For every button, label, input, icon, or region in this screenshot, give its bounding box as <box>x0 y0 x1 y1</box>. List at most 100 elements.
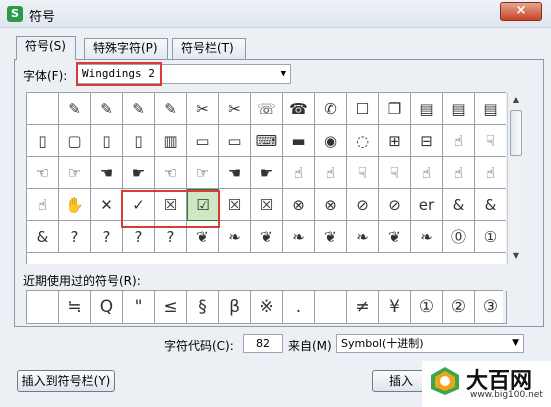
symbol-cell[interactable]: ☒ <box>219 189 251 221</box>
symbol-cell[interactable]: ✕ <box>91 189 123 221</box>
symbol-cell[interactable]: ☑ <box>187 189 219 221</box>
symbol-cell[interactable]: ☟ <box>379 157 411 189</box>
symbol-cell[interactable]: ▯ <box>27 125 59 157</box>
symbol-cell[interactable]: ▬ <box>283 125 315 157</box>
symbol-cell[interactable]: ⊟ <box>411 125 443 157</box>
symbol-cell[interactable]: ▤ <box>411 93 443 125</box>
symbol-cell[interactable]: ☜ <box>155 157 187 189</box>
symbol-cell[interactable]: ☝ <box>315 157 347 189</box>
recent-symbol-cell[interactable]: ③ <box>475 291 507 324</box>
symbol-cell[interactable]: ▢ <box>59 125 91 157</box>
symbol-cell[interactable]: & <box>475 189 506 221</box>
symbol-cell[interactable]: ☛ <box>251 157 283 189</box>
symbol-cell[interactable]: ☒ <box>155 189 187 221</box>
symbol-cell[interactable]: ☒ <box>251 189 283 221</box>
symbol-cell[interactable]: ✓ <box>123 189 155 221</box>
symbol-cell[interactable] <box>27 93 59 125</box>
symbol-cell[interactable]: ▭ <box>219 125 251 157</box>
symbol-cell[interactable]: ▭ <box>187 125 219 157</box>
symbol-cell[interactable]: ☚ <box>219 157 251 189</box>
symbol-cell[interactable]: ⊗ <box>283 189 315 221</box>
symbol-cell[interactable]: ❧ <box>283 221 315 253</box>
close-button[interactable]: × <box>500 2 542 21</box>
symbol-cell[interactable]: ⊘ <box>379 189 411 221</box>
recent-symbol-cell[interactable]: § <box>187 291 219 324</box>
font-dropdown[interactable]: Wingdings 2 ▼ <box>77 64 291 84</box>
recent-symbol-cell[interactable]: ≤ <box>155 291 187 324</box>
symbol-cell[interactable]: ❧ <box>347 221 379 253</box>
symbol-cell[interactable]: ? <box>59 221 91 253</box>
symbol-cell[interactable]: ⊞ <box>379 125 411 157</box>
symbol-cell[interactable]: ❦ <box>379 221 411 253</box>
recent-symbol-cell[interactable]: " <box>123 291 155 324</box>
recent-symbol-cell[interactable]: ¥ <box>379 291 411 324</box>
scroll-down-icon[interactable]: ▼ <box>508 248 524 264</box>
recent-symbol-cell[interactable]: Q <box>91 291 123 324</box>
symbol-cell[interactable]: er <box>411 189 443 221</box>
symbol-cell[interactable]: ☟ <box>347 157 379 189</box>
symbol-cell[interactable]: ✎ <box>123 93 155 125</box>
tab-special-chars[interactable]: 特殊字符(P) <box>84 38 168 59</box>
symbol-cell[interactable]: ▯ <box>123 125 155 157</box>
symbol-cell[interactable]: ❦ <box>251 221 283 253</box>
symbol-cell[interactable]: ✂ <box>219 93 251 125</box>
symbol-cell[interactable]: ☜ <box>27 157 59 189</box>
symbol-cell[interactable]: ☝ <box>27 189 59 221</box>
symbol-cell[interactable]: ⌨ <box>251 125 283 157</box>
symbol-cell[interactable]: ☏ <box>251 93 283 125</box>
symbol-cell[interactable]: ☞ <box>187 157 219 189</box>
recent-symbol-cell[interactable]: ① <box>411 291 443 324</box>
symbol-cell[interactable]: ☝ <box>475 157 506 189</box>
symbol-cell[interactable]: ◉ <box>315 125 347 157</box>
symbol-cell[interactable]: ? <box>91 221 123 253</box>
symbol-cell[interactable]: ❦ <box>187 221 219 253</box>
symbol-cell[interactable]: ❧ <box>219 221 251 253</box>
recent-symbol-cell[interactable] <box>315 291 347 324</box>
symbol-cell[interactable]: ▤ <box>475 93 506 125</box>
symbol-cell[interactable]: ☞ <box>59 157 91 189</box>
symbol-cell[interactable]: ✋ <box>59 189 91 221</box>
insert-to-symbol-bar-button[interactable]: 插入到符号栏(Y) <box>17 370 115 392</box>
symbol-cell[interactable]: ❐ <box>379 93 411 125</box>
symbol-cell[interactable]: ☝ <box>443 157 475 189</box>
symbol-cell[interactable]: ① <box>475 221 506 253</box>
grid-scrollbar[interactable]: ▲ ▼ <box>507 92 524 264</box>
recent-symbol-cell[interactable]: . <box>283 291 315 324</box>
symbol-cell[interactable]: ▤ <box>443 93 475 125</box>
symbol-cell[interactable]: ◌ <box>347 125 379 157</box>
recent-symbol-cell[interactable] <box>27 291 59 324</box>
symbol-cell[interactable]: ☎ <box>283 93 315 125</box>
from-dropdown[interactable]: Symbol(十进制) ▼ <box>336 334 524 353</box>
symbol-cell[interactable]: ☝ <box>443 125 475 157</box>
recent-symbol-cell[interactable]: ② <box>443 291 475 324</box>
scroll-thumb[interactable] <box>510 110 522 156</box>
recent-symbol-cell[interactable]: ※ <box>251 291 283 324</box>
symbol-cell[interactable]: ☐ <box>347 93 379 125</box>
symbol-cell[interactable]: ▯ <box>91 125 123 157</box>
symbol-cell[interactable]: ▥ <box>155 125 187 157</box>
symbol-cell[interactable]: ✂ <box>187 93 219 125</box>
scroll-up-icon[interactable]: ▲ <box>508 92 524 108</box>
symbol-cell[interactable]: ✎ <box>91 93 123 125</box>
symbol-cell[interactable]: ☛ <box>123 157 155 189</box>
symbol-cell[interactable]: ? <box>155 221 187 253</box>
symbol-cell[interactable]: ⊘ <box>347 189 379 221</box>
symbol-cell[interactable]: ✎ <box>59 93 91 125</box>
symbol-cell[interactable]: ☟ <box>475 125 506 157</box>
recent-symbol-cell[interactable]: β <box>219 291 251 324</box>
symbol-cell[interactable]: ? <box>123 221 155 253</box>
recent-symbol-cell[interactable]: ≒ <box>59 291 91 324</box>
symbol-cell[interactable]: ❦ <box>315 221 347 253</box>
tab-symbols[interactable]: 符号(S) <box>16 36 76 60</box>
symbol-cell[interactable]: ✆ <box>315 93 347 125</box>
symbol-cell[interactable]: ⓪ <box>443 221 475 253</box>
symbol-cell[interactable]: ☝ <box>411 157 443 189</box>
char-code-input[interactable]: 82 <box>243 334 283 353</box>
recent-symbol-cell[interactable]: ≠ <box>347 291 379 324</box>
symbol-cell[interactable]: ☝ <box>283 157 315 189</box>
symbol-cell[interactable]: ☚ <box>91 157 123 189</box>
tab-symbol-bar[interactable]: 符号栏(T) <box>172 38 246 59</box>
symbol-cell[interactable]: ❧ <box>411 221 443 253</box>
symbol-cell[interactable]: ✎ <box>155 93 187 125</box>
symbol-cell[interactable]: ⊗ <box>315 189 347 221</box>
